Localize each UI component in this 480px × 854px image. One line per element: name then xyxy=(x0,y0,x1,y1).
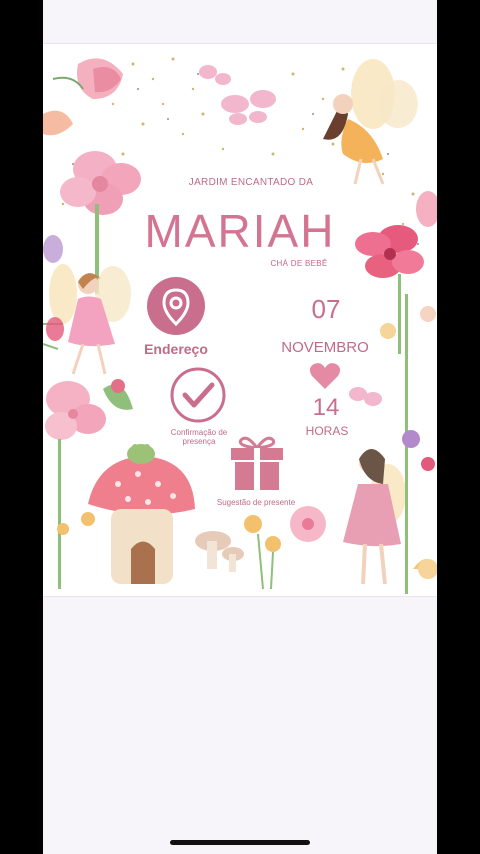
fairy-garden-illustration xyxy=(43,57,437,594)
gift-label[interactable]: Sugestão de presente xyxy=(203,498,309,507)
address-label[interactable]: Endereço xyxy=(136,341,216,357)
gift-icon[interactable] xyxy=(229,434,285,497)
heart-icon xyxy=(309,362,341,395)
invitation-name: MARIAH xyxy=(144,205,336,257)
phone-screen: JARDIM ENCANTADO DA MARIAH CHÁ DE BEBÊ E… xyxy=(43,0,437,854)
status-bar-area xyxy=(43,0,437,43)
invitation-card: JARDIM ENCANTADO DA MARIAH CHÁ DE BEBÊ E… xyxy=(43,43,437,597)
invitation-header: JARDIM ENCANTADO DA xyxy=(188,177,314,188)
location-pin-icon[interactable] xyxy=(146,276,206,341)
home-indicator[interactable] xyxy=(170,840,310,845)
hour-unit: HORAS xyxy=(305,424,349,438)
rsvp-label[interactable]: Confirmação de presença xyxy=(159,428,239,446)
checkmark-icon[interactable] xyxy=(169,366,227,429)
event-type: CHÁ DE BEBÊ xyxy=(270,259,328,268)
event-hour: 14 xyxy=(312,394,340,421)
event-month: NOVEMBRO xyxy=(281,339,369,356)
event-day: 07 xyxy=(311,294,341,324)
